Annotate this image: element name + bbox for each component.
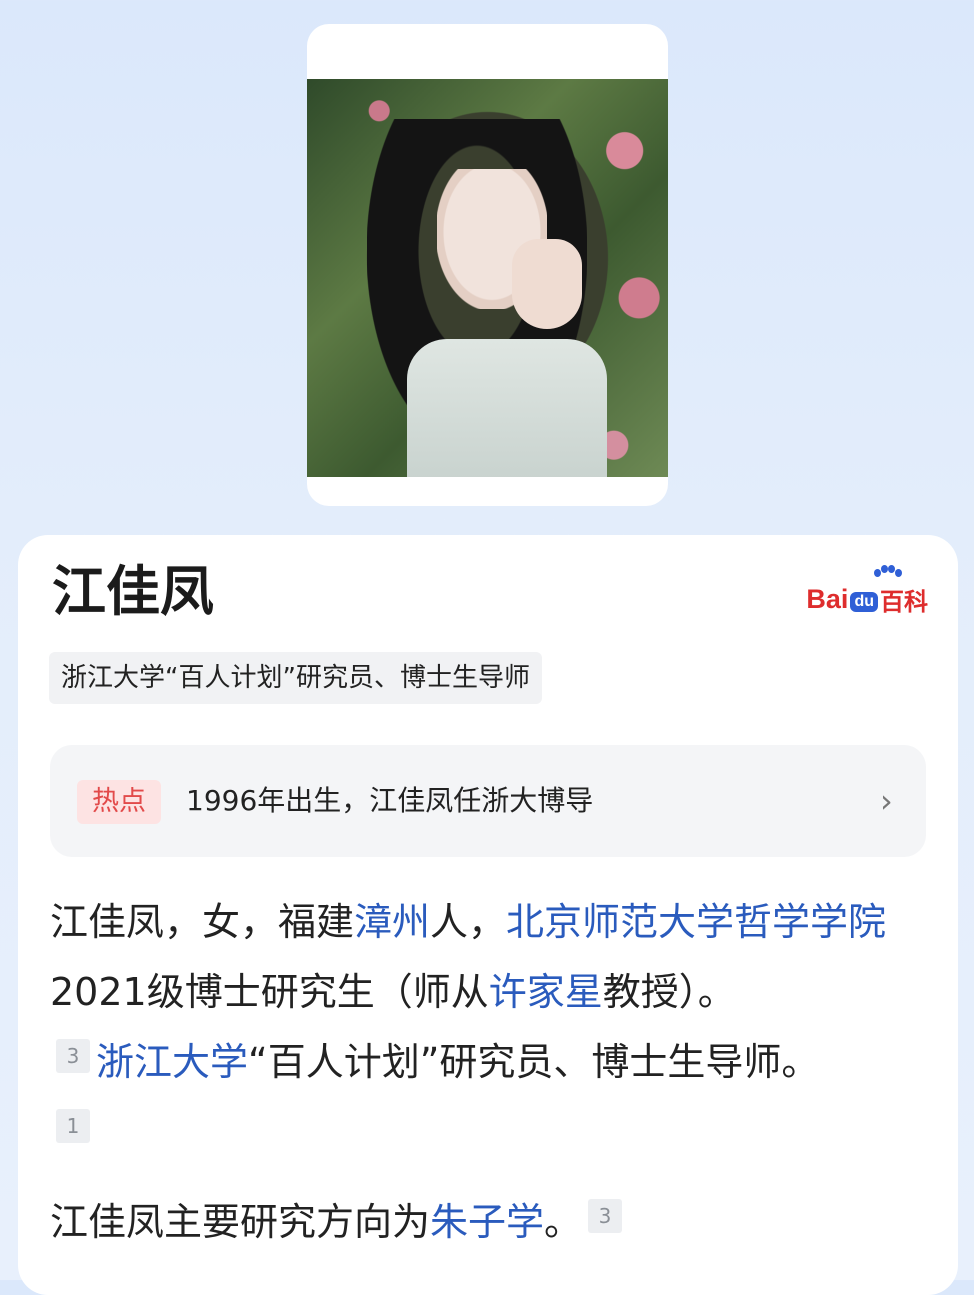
link-zhangzhou[interactable]: 漳州: [354, 900, 430, 944]
research-paragraph: 江佳凤主要研究方向为朱子学。 3: [50, 1187, 930, 1257]
logo-baike: 百科: [880, 588, 928, 616]
reference-marker[interactable]: 3: [56, 1039, 90, 1073]
research-text: 。: [544, 1200, 583, 1244]
paw-icon: [874, 565, 903, 579]
chevron-right-icon: ›: [880, 782, 893, 820]
portrait-card[interactable]: [307, 24, 668, 506]
link-zju[interactable]: 浙江大学: [96, 1040, 248, 1084]
intro-paragraph: 江佳凤，女，福建漳州人，北京师范大学哲学学院 2021级博士研究生（师从许家星教授…: [50, 887, 930, 1167]
page-title: 江佳凤: [52, 560, 214, 623]
link-bnu-philosophy[interactable]: 北京师范大学哲学学院: [506, 900, 886, 944]
logo-du: du: [850, 592, 878, 612]
intro-text: 教授）。: [602, 970, 736, 1014]
hot-tag: 热点: [77, 780, 161, 824]
baidu-baike-logo[interactable]: Bai du 百科: [806, 565, 928, 621]
research-text: 江佳凤主要研究方向为: [50, 1200, 431, 1244]
photo-hand: [512, 239, 582, 329]
encyclopedia-card: 江佳凤 Bai du 百科 浙江大学“百人计划”研究员、博士生导师 热点 199…: [18, 535, 958, 1295]
link-xu-jiaxing[interactable]: 许家星: [489, 970, 603, 1014]
intro-text: 人，: [430, 900, 507, 944]
hot-news-row[interactable]: 热点 1996年出生，江佳凤任浙大博导 ›: [50, 745, 926, 857]
hot-news-text: 1996年出生，江佳凤任浙大博导: [186, 784, 594, 817]
reference-marker[interactable]: 3: [588, 1199, 623, 1233]
subtitle-badge: 浙江大学“百人计划”研究员、博士生导师: [49, 652, 542, 704]
reference-marker[interactable]: 1: [56, 1109, 90, 1143]
photo-shirt: [407, 339, 607, 477]
portrait-photo[interactable]: [307, 79, 668, 477]
intro-text: 江佳凤，女，福建: [50, 900, 355, 944]
intro-text: “百人计划”研究员、博士生导师。: [248, 1040, 820, 1084]
logo-bai: Bai: [806, 583, 849, 614]
link-zhuzixue[interactable]: 朱子学: [430, 1200, 544, 1244]
intro-text: 2021级博士研究生（师从: [50, 970, 489, 1014]
